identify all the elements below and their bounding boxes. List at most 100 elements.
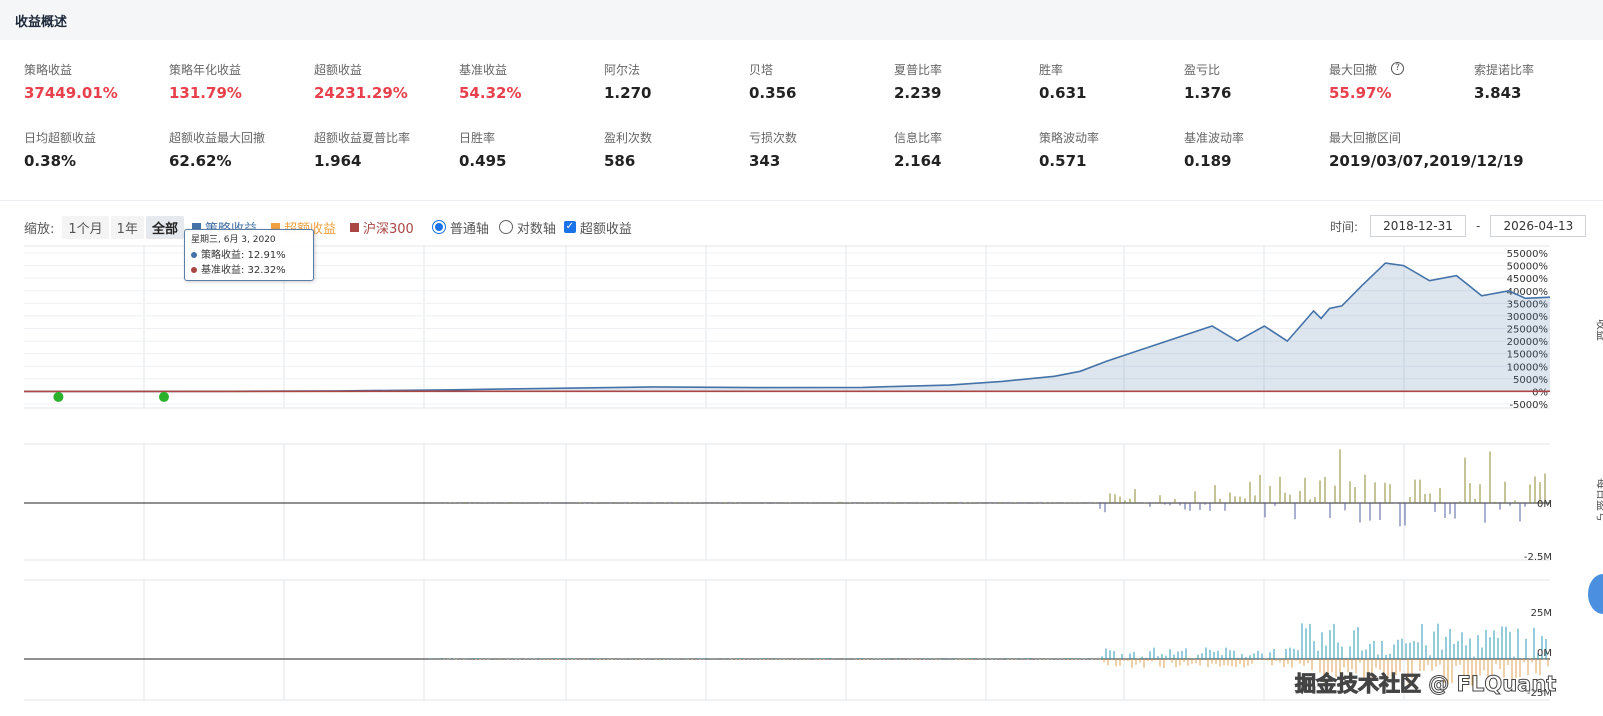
- metric-value: 0.631: [1039, 84, 1087, 102]
- metric-value: 0.356: [749, 84, 797, 102]
- zoom-1year-button[interactable]: 1年: [110, 215, 144, 239]
- metric-label: 胜率: [1039, 63, 1064, 77]
- divider: [0, 200, 1603, 201]
- axis-normal-radio[interactable]: [431, 220, 446, 234]
- metric-value: 3.843: [1474, 84, 1522, 102]
- metric-item: 胜率 0.631: [1039, 61, 1179, 102]
- metric-item: 信息比率 2.164: [894, 129, 1034, 170]
- y-tick-label: 40000%: [1507, 287, 1548, 298]
- metric-value: 0.189: [1184, 152, 1232, 170]
- trade-marker: [158, 391, 169, 402]
- y-tick-label: 10000%: [1507, 362, 1548, 373]
- metric-value: 0.495: [459, 152, 507, 170]
- metric-value: 24231.29%: [314, 84, 408, 102]
- metric-label: 阿尔法: [604, 63, 641, 77]
- y-tick-label: 35000%: [1507, 299, 1548, 310]
- y-axis-label: 收益: [1595, 319, 1603, 341]
- excess-label: 超额收益: [579, 221, 632, 237]
- metric-label: 基准收益: [459, 63, 508, 77]
- y-tick-label: 30000%: [1507, 312, 1548, 323]
- strategy-area: [24, 263, 1550, 392]
- metric-item: 超额收益夏普比率 1.964: [314, 129, 454, 170]
- metric-value: 1.270: [604, 84, 652, 102]
- watermark: 掘金技术社区 @ FLQuant: [1294, 672, 1557, 697]
- metric-item: 超额收益最大回撤 62.62%: [169, 129, 309, 170]
- strategy-line: [24, 262, 1551, 393]
- help-icon[interactable]: ?: [1391, 62, 1404, 75]
- metric-item: 策略波动率 0.571: [1039, 129, 1179, 170]
- metric-value: 1.376: [1184, 84, 1232, 102]
- metric-label: 策略年化收益: [169, 63, 242, 77]
- metric-item: 索提诺比率 3.843: [1474, 61, 1603, 102]
- y-axis-label: 每日盈亏: [1595, 478, 1603, 522]
- tooltip-benchmark: 基准收益: 32.32%: [191, 261, 286, 276]
- metric-label: 超额收益: [314, 63, 363, 77]
- metric-item: 亏损次数 343: [749, 129, 889, 170]
- metric-value: 62.62%: [169, 152, 232, 170]
- metric-item: 夏普比率 2.239: [894, 61, 1034, 102]
- zoom-1month-button[interactable]: 1个月: [62, 215, 109, 239]
- metric-value: 1.964: [314, 152, 362, 170]
- metric-item: 日均超额收益 0.38%: [24, 129, 164, 170]
- legend-benchmark[interactable]: 沪深300: [350, 218, 414, 237]
- section-title: 收益概述: [15, 15, 68, 30]
- date-range: 时间: 2018-12-31 - 2026-04-13: [1330, 215, 1587, 237]
- tooltip-strategy: 策略收益: 12.91%: [191, 246, 286, 261]
- metric-value: 55.97%: [1329, 84, 1392, 102]
- tooltip-date: 星期三, 6月 3, 2020: [191, 235, 276, 245]
- trade-marker: [53, 391, 64, 402]
- metric-value: 586: [604, 152, 636, 170]
- date-from-input[interactable]: 2018-12-31: [1370, 215, 1467, 237]
- y-tick-label: -2.5M: [1524, 552, 1552, 563]
- metric-value: 0.571: [1039, 152, 1087, 170]
- y-tick-label: -5000%: [1509, 400, 1548, 411]
- metric-item: 阿尔法 1.270: [604, 61, 744, 102]
- metric-label: 策略收益: [24, 63, 73, 77]
- metric-item: 策略收益 37449.01%: [24, 61, 164, 102]
- metric-value: 131.79%: [169, 84, 242, 102]
- section-header: 收益概述: [0, 0, 1603, 40]
- axis-log-label: 对数轴: [516, 221, 556, 237]
- legend-label: 沪深300: [363, 221, 414, 237]
- date-to-input[interactable]: 2026-04-13: [1490, 215, 1587, 237]
- metric-label: 亏损次数: [749, 131, 798, 145]
- zoom-all-button[interactable]: 全部: [145, 215, 184, 239]
- y-tick-label: 25M: [1531, 608, 1552, 619]
- metric-label: 日均超额收益: [24, 131, 97, 145]
- metric-label: 基准波动率: [1184, 131, 1245, 145]
- metric-item: 盈利次数 586: [604, 129, 744, 170]
- axis-normal-label: 普通轴: [449, 221, 489, 237]
- metric-label: 日胜率: [459, 131, 496, 145]
- chart-toolbar: 缩放: 1个月 1年 全部 策略收益 超额收益 沪深300 普通轴 对数轴 ✓ …: [24, 215, 632, 239]
- metric-item: 基准收益 54.32%: [459, 61, 599, 102]
- axis-log-radio[interactable]: [498, 220, 513, 234]
- y-tick-label: 20000%: [1507, 337, 1548, 348]
- metric-value: 0.38%: [24, 152, 77, 170]
- metric-value: 2019/03/07,2019/12/19: [1329, 152, 1524, 170]
- metric-label: 夏普比率: [894, 63, 943, 77]
- y-tick-label: 50000%: [1507, 262, 1548, 273]
- metric-value: 2.239: [894, 84, 942, 102]
- charts-canvas: 55000% 50000%45000% 40000%35000% 30000% 2500…: [24, 245, 1603, 701]
- metric-item: 贝塔 0.356: [749, 61, 889, 102]
- side-float-button[interactable]: [1588, 574, 1603, 614]
- metric-item: 盈亏比 1.376: [1184, 61, 1324, 102]
- metric-item: 最大回撤区间 2019/03/07,2019/12/19: [1329, 129, 1524, 170]
- metric-label: 超额收益最大回撤: [169, 131, 266, 145]
- zoom-label: 缩放:: [24, 221, 55, 237]
- metric-item: 超额收益 24231.29%: [314, 61, 454, 102]
- y-tick-label: 55000%: [1507, 249, 1548, 260]
- metric-item: 策略年化收益 131.79%: [169, 61, 309, 102]
- chart-tooltip: 星期三, 6月 3, 2020 策略收益: 12.91% 基准收益: 32.32…: [184, 229, 314, 281]
- y-tick-label: 5000%: [1513, 375, 1548, 386]
- legend-swatch: [350, 222, 359, 232]
- metric-value: 2.164: [894, 152, 942, 170]
- metric-label: 盈亏比: [1184, 63, 1221, 77]
- excess-checkbox[interactable]: ✓: [563, 221, 576, 233]
- y-tick-label: 0M: [1537, 499, 1552, 510]
- y-tick-label: 25000%: [1507, 325, 1548, 336]
- metric-label: 最大回撤区间: [1329, 131, 1402, 145]
- date-separator: -: [1476, 219, 1481, 233]
- metric-value: 343: [749, 152, 781, 170]
- metric-item: 最大回撤? 55.97%: [1329, 61, 1469, 102]
